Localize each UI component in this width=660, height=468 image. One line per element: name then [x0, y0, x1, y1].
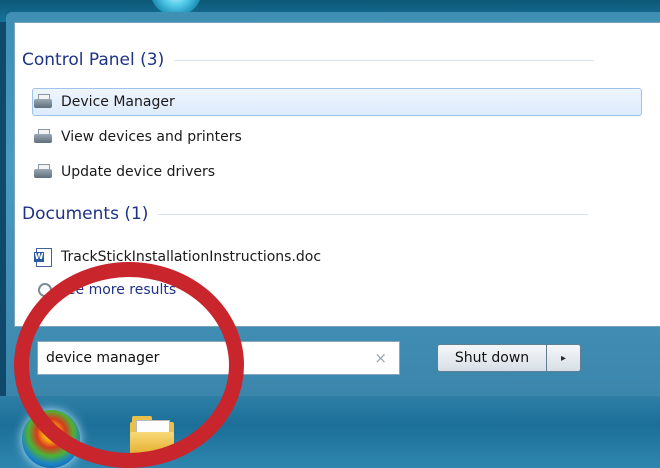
clear-icon[interactable]: ×	[374, 349, 387, 367]
device-manager-icon	[33, 93, 53, 111]
result-device-manager[interactable]: Device Manager	[32, 88, 642, 116]
device-driver-icon	[33, 163, 53, 181]
result-label: Update device drivers	[61, 164, 216, 180]
word-document-icon: W	[33, 248, 53, 267]
devices-printers-icon	[33, 128, 53, 146]
result-update-device-drivers[interactable]: Update device drivers	[33, 159, 215, 185]
group-divider	[174, 59, 595, 61]
group-divider	[158, 213, 589, 215]
see-more-results-link[interactable]: See more results	[38, 282, 176, 298]
group-header-label: Documents (1)	[22, 204, 149, 224]
folder-icon[interactable]	[130, 416, 174, 456]
search-input[interactable]	[44, 349, 358, 367]
taskbar	[0, 396, 660, 468]
control-panel-group-header: Control Panel (3)	[22, 50, 595, 70]
see-more-label: See more results	[58, 282, 177, 298]
windows-start-orb-icon[interactable]	[22, 410, 80, 468]
group-header-label: Control Panel (3)	[22, 50, 165, 70]
shut-down-options-button[interactable]: ▸	[547, 344, 581, 372]
start-search-box[interactable]: ×	[37, 341, 400, 375]
result-label: TrackStickInstallationInstructions.doc	[61, 249, 322, 265]
result-view-devices-and-printers[interactable]: View devices and printers	[33, 124, 242, 150]
result-label: View devices and printers	[61, 129, 242, 145]
chevron-right-icon: ▸	[560, 352, 567, 364]
shut-down-button[interactable]: Shut down	[437, 344, 547, 372]
documents-group-header: Documents (1)	[22, 204, 589, 224]
search-icon	[38, 283, 52, 297]
result-label: Device Manager	[61, 94, 175, 110]
result-trackstick-doc[interactable]: W TrackStickInstallationInstructions.doc	[33, 244, 321, 270]
